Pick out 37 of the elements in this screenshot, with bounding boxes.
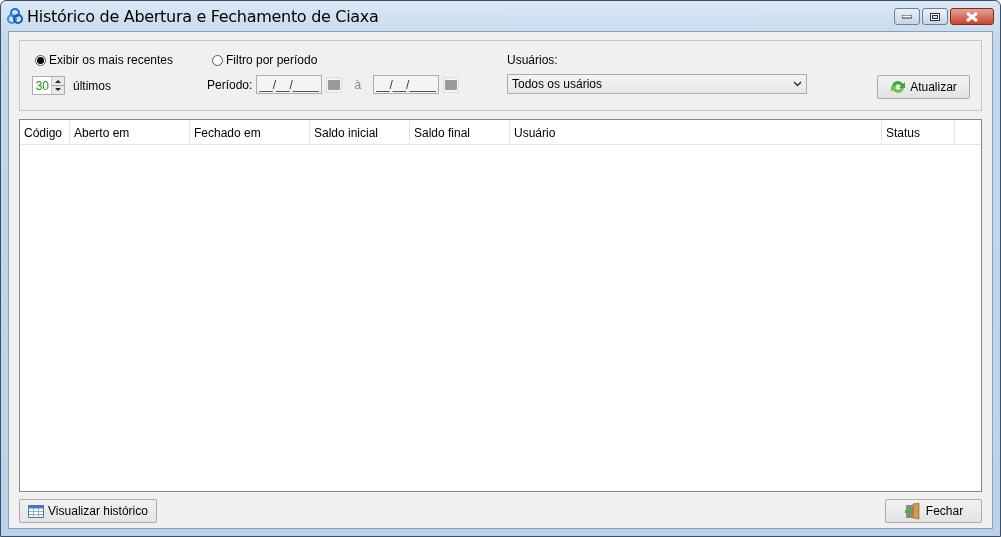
period-label: Período:	[207, 77, 253, 92]
column-header[interactable]: Saldo final	[410, 120, 510, 144]
users-label: Usuários:	[507, 53, 558, 67]
minimize-icon	[902, 14, 912, 19]
maximize-button[interactable]	[922, 8, 948, 25]
spin-arrows-icon	[51, 77, 64, 94]
column-header[interactable]: Status	[882, 120, 955, 144]
app-logo-icon	[7, 8, 23, 24]
start-date-field[interactable]: __/__/____	[256, 75, 323, 94]
close-button[interactable]	[950, 8, 994, 25]
refresh-icon	[890, 79, 907, 95]
count-spinner[interactable]: 30	[32, 76, 65, 95]
calendar-button[interactable]	[443, 76, 460, 93]
end-date-field[interactable]: __/__/____	[373, 75, 440, 94]
count-unit-label: últimos	[73, 78, 111, 93]
close-icon	[965, 11, 979, 22]
calendar-button[interactable]	[326, 76, 343, 93]
users-dropdown[interactable]: Todos os usários	[507, 74, 807, 94]
column-header[interactable]: Usuário	[510, 120, 882, 144]
minimize-button[interactable]	[894, 8, 920, 25]
column-header[interactable]: Aberto em	[70, 120, 190, 144]
refresh-button[interactable]: Atualizar	[877, 75, 970, 99]
table-icon	[28, 504, 45, 518]
mode-radio[interactable]: Exibir os mais recentes	[35, 53, 174, 67]
column-header[interactable]: Fechado em	[190, 120, 310, 144]
calendar-icon	[328, 79, 341, 90]
mode-radio[interactable]: Filtro por período	[212, 53, 318, 67]
close-window-button[interactable]: Fechar	[885, 499, 982, 523]
view-history-button[interactable]: Visualizar histórico	[19, 499, 157, 523]
dropdown-caret-icon	[793, 81, 802, 87]
date-separator-label: à	[354, 77, 362, 92]
exit-door-icon	[903, 502, 922, 520]
restore-icon	[930, 12, 940, 21]
calendar-icon	[445, 79, 458, 90]
column-header[interactable]: Saldo inicial	[310, 120, 410, 144]
column-header[interactable]: Código	[20, 120, 70, 144]
window-title: Histórico de Abertura e Fechamento de Ciaxa	[27, 6, 380, 26]
